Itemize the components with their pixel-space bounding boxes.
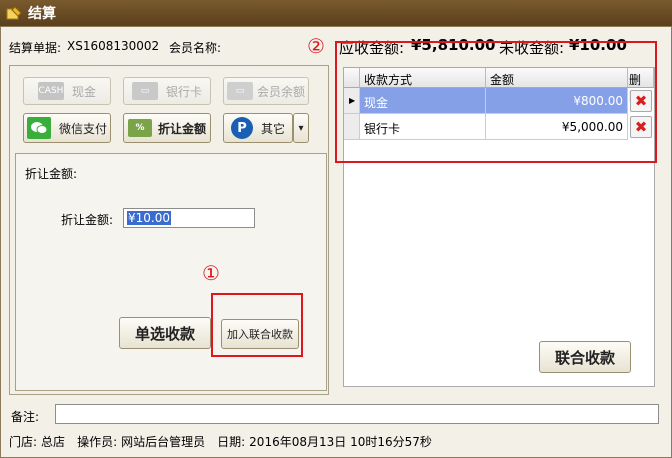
discount-icon: % [127, 119, 152, 137]
cash-button[interactable]: CASH 现金 [23, 77, 111, 105]
discount-amount-button[interactable]: % 折让金额 [123, 113, 211, 143]
annotation-box-1 [211, 293, 303, 357]
other-payment-dropdown[interactable]: ▾ [293, 113, 309, 143]
app-icon [6, 5, 22, 21]
order-number-value: XS1608130002 [67, 39, 160, 53]
store-value: 总店 [41, 435, 66, 449]
bank-card-button[interactable]: ▭ 银行卡 [123, 77, 211, 105]
annotation-box-2 [335, 41, 657, 163]
operator-value: 网站后台管理员 [121, 435, 206, 449]
cash-icon: CASH [37, 82, 64, 100]
member-name-label: 会员名称: [169, 41, 222, 55]
order-number-label: 结算单据: [9, 41, 62, 55]
window-title: 结算 [28, 6, 56, 22]
member-card-icon: ▭ [226, 82, 253, 100]
status-footer: 门店: 总店 操作员: 网站后台管理员 日期: 2016年08月13日 10时1… [9, 433, 432, 450]
discount-panel-title: 折让金额: [25, 167, 78, 181]
combined-pay-button[interactable]: 联合收款 [539, 341, 631, 373]
bank-card-icon: ▭ [131, 82, 158, 100]
date-label: 日期: [217, 435, 246, 449]
remark-label: 备注: [11, 410, 40, 424]
member-balance-button[interactable]: ▭ 会员余额 [223, 77, 309, 105]
store-label: 门店: [9, 435, 38, 449]
remark-input[interactable] [55, 404, 659, 424]
wechat-pay-button[interactable]: 微信支付 [23, 113, 111, 143]
window-title-bar: 结算 [0, 0, 672, 26]
other-payment-button[interactable]: P 其它 [223, 113, 293, 143]
date-value: 2016年08月13日 10时16分57秒 [249, 435, 432, 449]
discount-field-label: 折让金额: [61, 213, 114, 227]
chevron-down-icon: ▾ [298, 122, 304, 134]
annotation-marker-2: ② [307, 34, 325, 58]
operator-label: 操作员: [77, 435, 118, 449]
paypal-icon: P [230, 117, 253, 139]
checkout-window: 结算单据: XS1608130002 会员名称: 应收金额: ¥5,810.00… [0, 26, 672, 458]
wechat-icon [26, 117, 51, 139]
single-pay-button[interactable]: 单选收款 [119, 317, 211, 349]
discount-amount-input[interactable]: ¥10.00 [123, 208, 255, 228]
annotation-marker-1: ① [202, 261, 220, 285]
